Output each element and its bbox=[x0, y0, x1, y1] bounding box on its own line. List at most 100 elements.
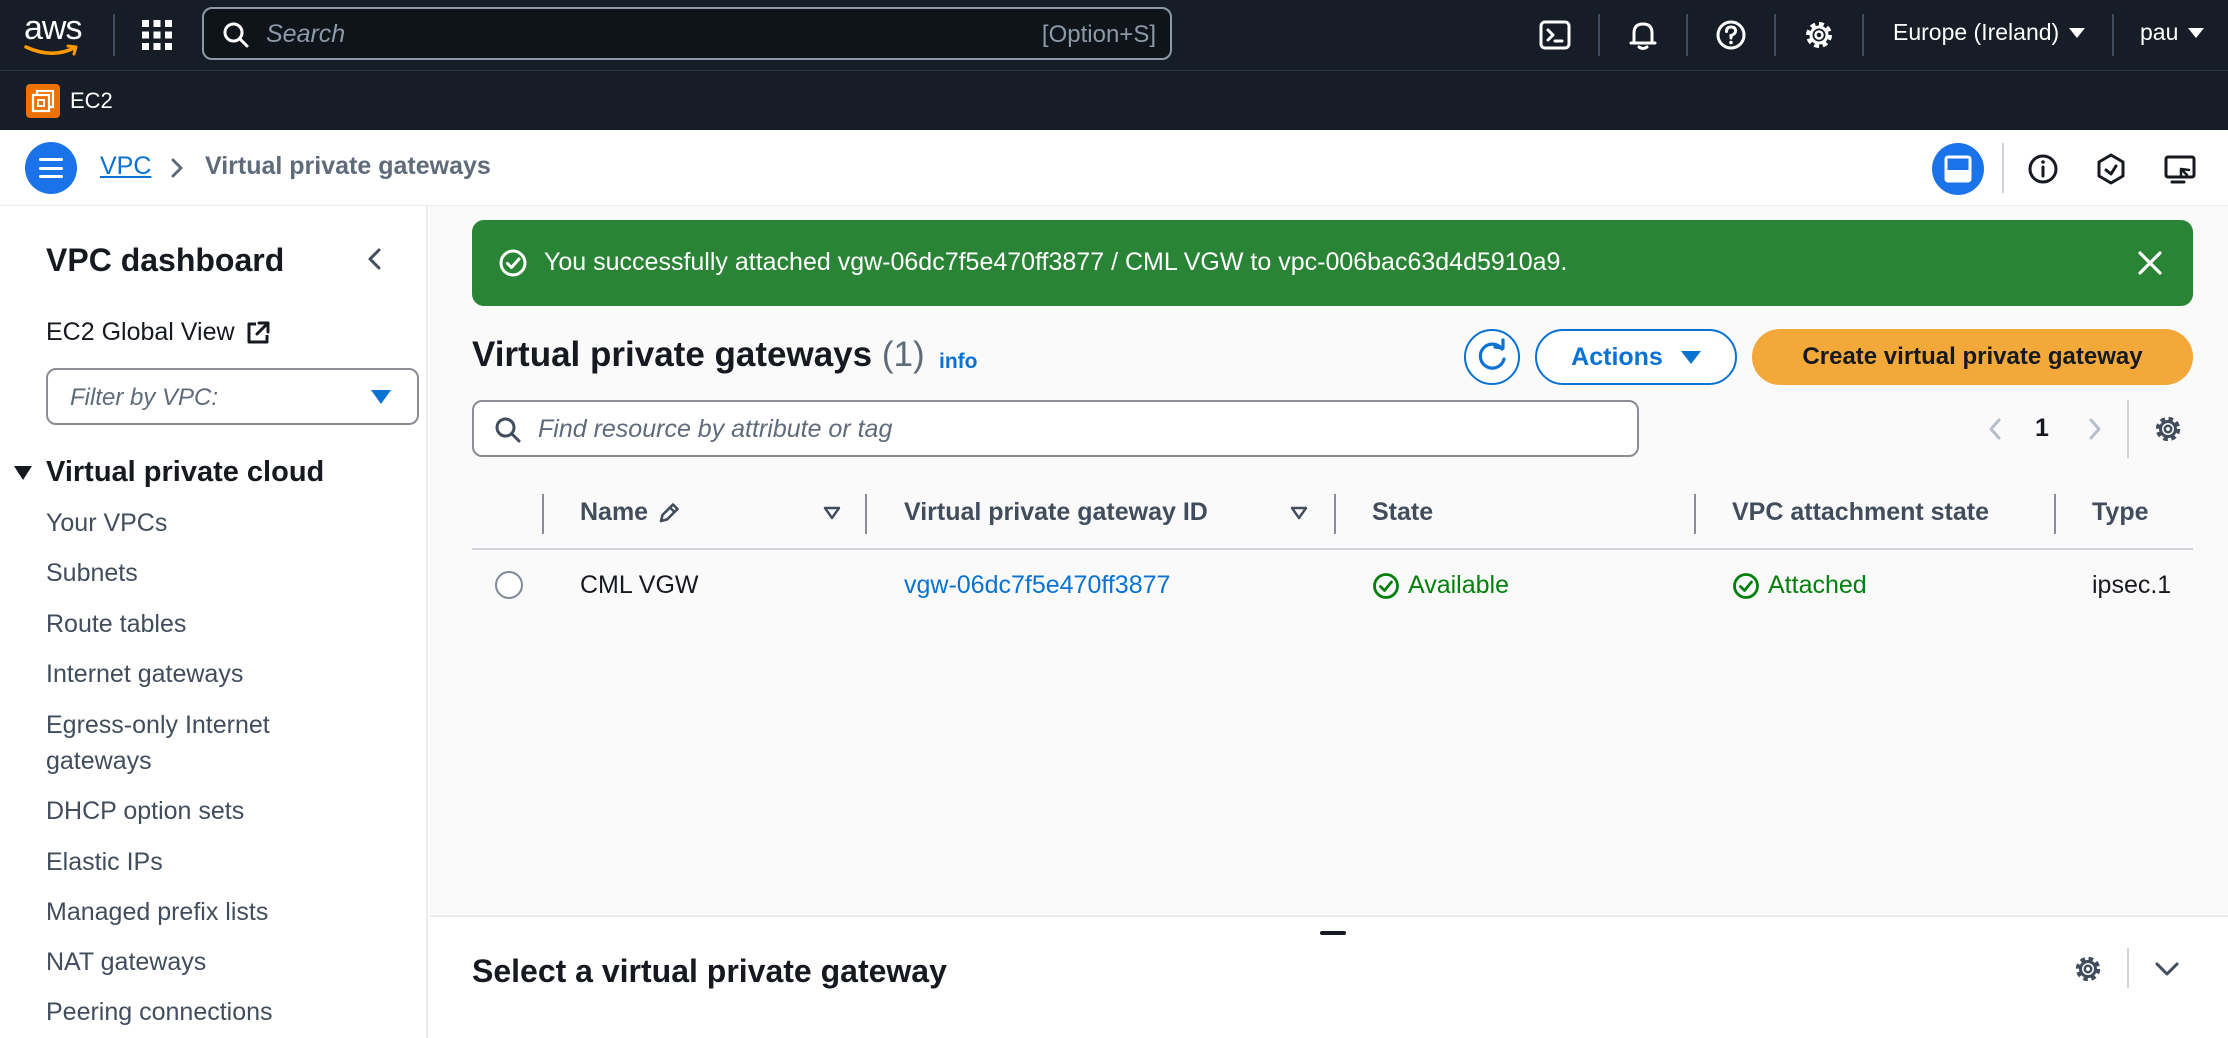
aws-logo-text: aws bbox=[24, 9, 82, 47]
sidebar-item-dhcp-option-sets[interactable]: DHCP option sets bbox=[46, 793, 244, 829]
tutorial-panel-icon[interactable] bbox=[2154, 143, 2206, 195]
nav-separator bbox=[2112, 14, 2114, 56]
check-circle-icon bbox=[499, 249, 527, 277]
sort-icon[interactable] bbox=[822, 505, 842, 521]
sidebar-item-your-vpcs[interactable]: Your VPCs bbox=[46, 505, 167, 541]
refresh-icon bbox=[1478, 338, 1506, 370]
create-virtual-private-gateway-button[interactable]: Create virtual private gateway bbox=[1752, 329, 2193, 385]
flash-message: You successfully attached vgw-06dc7f5e47… bbox=[544, 248, 1568, 276]
sidebar-section-label: Virtual private cloud bbox=[46, 456, 325, 488]
sidebar-item-ec2-global-view[interactable]: EC2 Global View bbox=[46, 318, 271, 347]
gear-icon[interactable] bbox=[1802, 18, 1836, 52]
gear-icon[interactable] bbox=[2072, 953, 2104, 985]
sidebar-item-nat-gateways[interactable]: NAT gateways bbox=[46, 944, 206, 980]
global-search-input[interactable] bbox=[266, 17, 886, 51]
favorite-service-label: EC2 bbox=[70, 88, 113, 113]
resource-filter-input[interactable] bbox=[538, 412, 1618, 446]
resource-filter[interactable] bbox=[472, 400, 1639, 457]
column-divider bbox=[1694, 494, 1696, 534]
nav-separator bbox=[1598, 14, 1600, 56]
side-navigation-toggle[interactable] bbox=[25, 142, 77, 194]
breadcrumb-current: Virtual private gateways bbox=[205, 152, 491, 180]
account-menu[interactable]: pau bbox=[2140, 19, 2205, 46]
chevron-left-icon[interactable] bbox=[362, 244, 388, 274]
gear-icon[interactable] bbox=[2152, 413, 2184, 445]
column-header-gateway-id[interactable]: Virtual private gateway ID bbox=[904, 498, 1208, 527]
aws-logo[interactable]: aws bbox=[24, 9, 86, 58]
search-icon bbox=[223, 22, 249, 48]
filter-by-vpc-select[interactable]: Filter by VPC: bbox=[46, 368, 419, 425]
chevron-down-icon[interactable] bbox=[2152, 958, 2182, 980]
cell-name: CML VGW bbox=[580, 571, 699, 599]
column-header-name[interactable]: Name bbox=[580, 498, 682, 527]
column-header-type[interactable]: Type bbox=[2092, 498, 2149, 527]
refresh-button[interactable] bbox=[1464, 329, 1520, 385]
actions-dropdown-button[interactable]: Actions bbox=[1535, 329, 1737, 385]
chevron-right-icon[interactable] bbox=[2085, 414, 2105, 444]
amazon-q-icon[interactable] bbox=[2085, 143, 2137, 195]
sidebar-title[interactable]: VPC dashboard bbox=[46, 242, 284, 279]
column-header-label: Name bbox=[580, 498, 649, 526]
column-header-state[interactable]: State bbox=[1372, 498, 1433, 527]
sidebar-item-peering-connections[interactable]: Peering connections bbox=[46, 994, 273, 1030]
column-divider bbox=[2054, 494, 2056, 534]
external-link-icon bbox=[247, 321, 270, 343]
row-select-radio[interactable] bbox=[495, 571, 523, 599]
sidebar-item-elastic-ips[interactable]: Elastic IPs bbox=[46, 844, 163, 880]
page-title: Virtual private gateways (1) bbox=[472, 335, 925, 375]
caret-down-icon bbox=[371, 390, 391, 404]
column-header-label: Virtual private gateway ID bbox=[904, 498, 1208, 526]
cloudshell-icon[interactable] bbox=[1538, 18, 1572, 52]
chevron-left-icon[interactable] bbox=[1985, 414, 2005, 444]
sidebar-item-internet-gateways[interactable]: Internet gateways bbox=[46, 656, 243, 692]
sort-icon[interactable] bbox=[1289, 505, 1309, 521]
chevron-right-icon bbox=[171, 158, 183, 178]
pagination-current-page[interactable]: 1 bbox=[2035, 414, 2049, 443]
sidebar-item-subnets[interactable]: Subnets bbox=[46, 555, 138, 591]
cell-state: Available bbox=[1372, 571, 1509, 600]
help-icon[interactable] bbox=[1714, 18, 1748, 52]
pagination-separator bbox=[2127, 400, 2129, 458]
region-label: Europe (Ireland) bbox=[1893, 19, 2060, 45]
column-header-vpc-attachment-state[interactable]: VPC attachment state bbox=[1732, 498, 1989, 527]
sidebar-item-route-tables[interactable]: Route tables bbox=[46, 606, 186, 642]
column-header-label: VPC attachment state bbox=[1732, 498, 1990, 526]
column-divider bbox=[865, 494, 867, 534]
column-header-label: Type bbox=[2092, 498, 2149, 526]
user-name: pau bbox=[2140, 19, 2179, 45]
caret-down-icon bbox=[2069, 27, 2086, 38]
close-icon[interactable] bbox=[2135, 248, 2165, 278]
split-panel-resize-handle[interactable] bbox=[1320, 931, 1346, 935]
nav-separator bbox=[1686, 14, 1688, 56]
split-panel-toggle-icon[interactable] bbox=[1932, 143, 1984, 195]
sidebar-item-egress-only-internet-gateways[interactable]: Egress-only Internet gateways bbox=[46, 707, 346, 779]
breadcrumb-vpc-link[interactable]: VPC bbox=[100, 152, 151, 181]
global-search[interactable]: [Option+S] bbox=[202, 7, 1172, 60]
check-circle-icon bbox=[1733, 572, 1759, 599]
favorite-service-ec2[interactable]: EC2 bbox=[26, 84, 113, 118]
ec2-service-icon bbox=[26, 84, 60, 118]
table-header-divider bbox=[472, 548, 2193, 550]
caret-down-icon bbox=[1680, 350, 1701, 364]
services-grid-icon[interactable] bbox=[140, 18, 174, 52]
pencil-icon bbox=[659, 502, 679, 522]
nav-separator bbox=[1862, 14, 1864, 56]
cell-attachment-state: Attached bbox=[1732, 571, 1867, 600]
filter-by-vpc-placeholder: Filter by VPC: bbox=[70, 384, 219, 411]
column-divider bbox=[1334, 494, 1336, 534]
service-favorites-bar bbox=[0, 70, 2228, 130]
check-circle-icon bbox=[1373, 572, 1399, 599]
info-panel-icon[interactable] bbox=[2017, 143, 2069, 195]
bell-icon[interactable] bbox=[1626, 18, 1660, 52]
actions-button-label: Actions bbox=[1571, 342, 1663, 371]
region-selector[interactable]: Europe (Ireland) bbox=[1893, 19, 2086, 46]
search-icon bbox=[495, 417, 521, 443]
utility-separator bbox=[2002, 143, 2004, 193]
column-divider bbox=[542, 494, 544, 534]
cell-gateway-id-link[interactable]: vgw-06dc7f5e470ff3877 bbox=[904, 571, 1170, 600]
column-header-label: State bbox=[1372, 498, 1434, 526]
cell-type: ipsec.1 bbox=[2092, 571, 2172, 599]
sidebar-section-virtual-private-cloud[interactable]: Virtual private cloud bbox=[14, 456, 324, 489]
info-link[interactable]: info bbox=[939, 350, 977, 374]
sidebar-item-managed-prefix-lists[interactable]: Managed prefix lists bbox=[46, 894, 268, 930]
